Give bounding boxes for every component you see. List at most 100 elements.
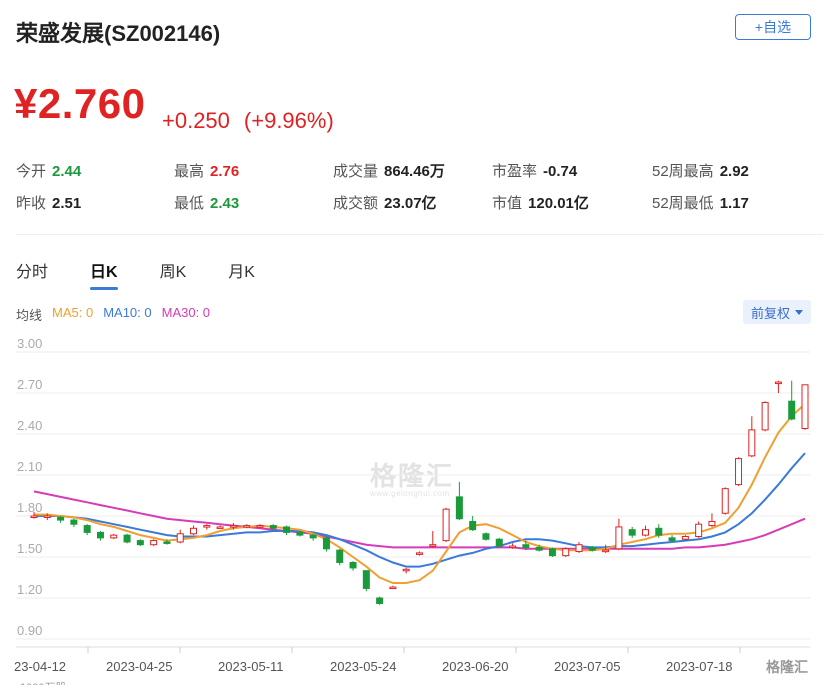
y-tick-label: 1.50	[17, 541, 42, 556]
candle-body	[243, 525, 251, 528]
chart-period-tabs: 分时 日K 周K 月K	[16, 258, 297, 290]
candle-body	[628, 529, 636, 536]
stat-pe: 市盈率 -0.74	[492, 160, 577, 181]
candle-body	[203, 525, 211, 528]
candle-body	[535, 546, 543, 551]
candle-body	[668, 537, 676, 542]
y-tick-label: 3.00	[17, 336, 42, 351]
candle-body	[256, 525, 264, 528]
candle-body	[229, 525, 237, 528]
candle-body	[283, 526, 291, 533]
tab-daily-k[interactable]: 日K	[90, 258, 118, 290]
candle-body	[70, 519, 78, 525]
candle-body	[522, 544, 530, 548]
stat-label: 成交量	[333, 163, 379, 180]
stat-open: 今开 2.44	[16, 160, 81, 181]
stat-label: 最低	[174, 195, 205, 212]
candle-body	[788, 400, 796, 420]
candle-body	[602, 549, 610, 553]
candle-body	[748, 429, 756, 457]
candle-body	[216, 526, 224, 529]
tab-monthly-k[interactable]: 月K	[228, 258, 255, 290]
candle-body	[362, 570, 370, 589]
stat-label: 今开	[16, 163, 47, 180]
candle-body	[482, 533, 490, 540]
stat-label: 市盈率	[492, 163, 538, 180]
ma5-label: MA5: 0	[52, 305, 94, 320]
volume-unit-label: 1000万股	[20, 681, 66, 685]
add-to-watchlist-button[interactable]: +自选	[735, 14, 811, 40]
chevron-down-icon	[795, 309, 803, 315]
candle-body	[774, 381, 782, 385]
candle-body	[416, 552, 423, 555]
x-tick-label: 2023-05-11	[218, 659, 284, 674]
x-tick-label: 2023-05-24	[330, 659, 397, 674]
candle-body	[509, 545, 517, 549]
candle-body	[681, 536, 689, 540]
candle-body	[721, 488, 729, 514]
candle-body	[495, 538, 503, 547]
candle-body	[269, 525, 277, 529]
divider	[16, 234, 823, 235]
ma-legend-title: 均线	[16, 308, 43, 323]
stat-value: 1.17	[719, 195, 749, 212]
candle-body	[429, 544, 437, 547]
candle-body	[150, 540, 158, 546]
tab-intraday[interactable]: 分时	[16, 258, 48, 290]
stat-high: 最高 2.76	[174, 160, 239, 181]
ma-legend: 均线 MA5: 0 MA10: 0 MA30: 0	[16, 305, 220, 324]
candle-body	[641, 529, 649, 536]
candle-body	[562, 548, 570, 557]
candle-body	[761, 402, 769, 431]
price-adjust-dropdown[interactable]: 前复权	[743, 300, 811, 324]
stat-prev-close: 昨收 2.51	[16, 192, 81, 213]
candle-body	[123, 534, 131, 543]
stat-52w-high: 52周最高 2.92	[652, 160, 749, 181]
stat-label: 52周最高	[652, 163, 714, 180]
change-percent: (+9.96%)	[243, 108, 334, 133]
stat-turnover: 成交额 23.07亿	[333, 192, 437, 213]
stat-value: 2.43	[210, 195, 240, 212]
stat-value: 2.51	[52, 195, 82, 212]
candle-body	[43, 515, 51, 518]
stat-52w-low: 52周最低 1.17	[652, 192, 749, 213]
candle-body	[735, 458, 743, 486]
stat-value: -0.74	[543, 163, 578, 180]
candle-body	[575, 544, 583, 553]
x-tick-label: 2023-06-20	[442, 659, 509, 674]
stat-value: 2.92	[719, 163, 749, 180]
candle-body	[57, 516, 65, 521]
stat-label: 成交额	[333, 195, 379, 212]
stat-value: 120.01亿	[528, 195, 589, 212]
stat-market-cap: 市值 120.01亿	[492, 192, 589, 213]
y-tick-label: 2.70	[17, 377, 42, 392]
ma10-line	[34, 452, 806, 568]
stat-volume: 成交量 864.46万	[333, 160, 445, 181]
kline-chart[interactable]: 3.00 2.70 2.40 2.10 1.80 1.50 1.20 0.90 23-04-12…	[0, 336, 839, 685]
candle-body	[96, 531, 104, 539]
candle-body	[548, 548, 556, 557]
candle-body	[163, 541, 171, 544]
candle-body	[190, 527, 198, 535]
candle-body	[708, 520, 716, 527]
candle-body	[136, 540, 144, 546]
candle-body	[655, 527, 663, 536]
candle-body	[322, 537, 330, 550]
y-tick-label: 1.80	[17, 500, 42, 515]
y-tick-label: 2.10	[17, 459, 42, 474]
candle-body	[349, 561, 357, 569]
candle-body	[309, 534, 317, 539]
x-tick-label: 2023-04-25	[106, 659, 173, 674]
candle-body	[296, 531, 304, 536]
stat-label: 52周最低	[652, 195, 714, 212]
candle-body	[615, 526, 623, 550]
gelonghui-logo: 格隆汇	[764, 656, 810, 678]
stat-value: 23.07亿	[384, 195, 437, 212]
candle-body	[402, 568, 410, 572]
candle-body	[376, 597, 384, 604]
tab-weekly-k[interactable]: 周K	[160, 258, 187, 290]
candle-body	[455, 496, 463, 520]
x-tick-label: 2023-07-18	[666, 659, 733, 674]
candle-body	[469, 520, 477, 531]
y-tick-label: 0.90	[17, 623, 42, 638]
